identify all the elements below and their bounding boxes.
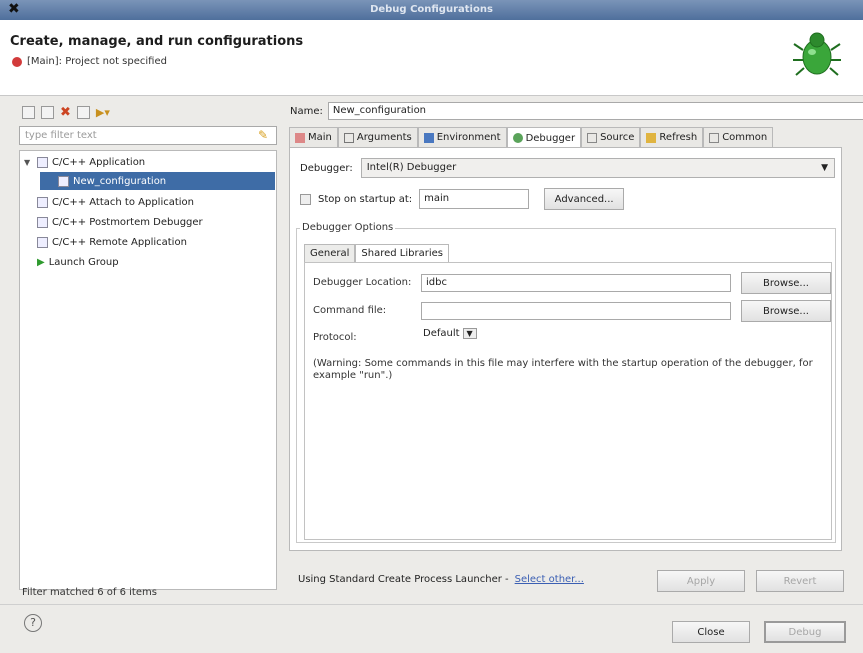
- source-tab-icon: [587, 132, 598, 143]
- stop-label: Stop on startup at:: [318, 193, 413, 205]
- tab-debugger[interactable]: Debugger: [506, 127, 582, 148]
- launcher-row: Using Standard Create Process Launcher -…: [298, 574, 584, 585]
- protocol-value: Default: [423, 328, 460, 339]
- tree-item-attach[interactable]: C/C++ Attach to Application: [37, 193, 194, 211]
- common-tab-icon: [709, 132, 720, 143]
- left-toolbar: ✖ ▶▾: [22, 102, 110, 122]
- name-row: Name: New_configuration: [290, 102, 863, 120]
- tree-item-new-configuration[interactable]: New_configuration: [40, 172, 275, 190]
- debugger-row: Debugger: Intel(R) Debugger ▼: [300, 158, 835, 178]
- tree-item-label: C/C++ Attach to Application: [52, 196, 195, 208]
- duplicate-icon[interactable]: [41, 105, 54, 119]
- error-message: [Main]: Project not specified: [12, 56, 167, 67]
- page-title: Create, manage, and run configurations: [10, 34, 304, 49]
- tab-arguments[interactable]: Arguments: [337, 127, 418, 147]
- chevron-down-icon: ▼: [462, 328, 477, 339]
- tree-item-label: New_configuration: [73, 175, 167, 187]
- chevron-down-icon: ▼: [821, 163, 828, 173]
- collapse-all-icon[interactable]: [76, 105, 90, 119]
- delete-icon[interactable]: ✖: [60, 105, 71, 120]
- debugger-tab-icon: [512, 133, 523, 143]
- help-icon[interactable]: ?: [24, 614, 42, 632]
- debugger-label: Debugger:: [300, 162, 353, 174]
- tab-label: Environment: [436, 132, 501, 143]
- general-subpanel: Debugger Location: idbc Browse... Comman…: [304, 262, 832, 540]
- refresh-tab-icon: [646, 132, 657, 143]
- debugger-panel: Debugger: Intel(R) Debugger ▼ Stop on sta…: [289, 147, 842, 551]
- tree-item-label: C/C++ Application: [52, 156, 146, 168]
- error-text: [Main]: Project not specified: [27, 56, 167, 67]
- postmortem-icon: [37, 216, 48, 228]
- stop-on-startup-checkbox[interactable]: [300, 193, 311, 205]
- location-input[interactable]: idbc: [421, 274, 731, 292]
- tab-environment[interactable]: Environment: [417, 127, 507, 147]
- filter-menu-icon[interactable]: ▶▾: [96, 106, 110, 119]
- browse-command-button[interactable]: Browse...: [741, 300, 831, 322]
- c-app-icon: [37, 156, 48, 168]
- tab-refresh[interactable]: Refresh: [640, 127, 704, 147]
- launch-group-icon: ▶: [37, 256, 45, 268]
- config-tabs: Main Arguments Environment Debugger Sour…: [289, 127, 839, 148]
- tree-item-c-app[interactable]: ▼ C/C++ Application: [24, 153, 145, 171]
- launcher-text: Using Standard Create Process Launcher -: [298, 574, 509, 585]
- options-subtabs: General Shared Libraries: [304, 244, 449, 262]
- tab-label: Main: [308, 132, 332, 143]
- tree-item-postmortem[interactable]: C/C++ Postmortem Debugger: [37, 213, 203, 231]
- tab-label: Debugger: [525, 132, 576, 144]
- tree-item-label: Launch Group: [48, 256, 119, 268]
- title-bar: ✖ Debug Configurations: [0, 0, 863, 20]
- location-label: Debugger Location:: [313, 277, 412, 288]
- tab-main[interactable]: Main: [289, 127, 338, 147]
- tree-item-label: C/C++ Remote Application: [52, 236, 187, 248]
- tab-common[interactable]: Common: [703, 127, 774, 147]
- configuration-tree: ▼ C/C++ Application New_configuration C/…: [19, 150, 277, 590]
- close-button[interactable]: Close: [672, 621, 750, 643]
- tree-item-label: C/C++ Postmortem Debugger: [52, 216, 203, 228]
- command-file-input[interactable]: [421, 302, 731, 320]
- tree-item-launch-group[interactable]: ▶ Launch Group: [37, 253, 119, 271]
- tab-label: Source: [600, 132, 635, 143]
- debugger-value: Intel(R) Debugger: [366, 162, 457, 173]
- tree-item-remote[interactable]: C/C++ Remote Application: [37, 233, 187, 251]
- stop-input[interactable]: main: [419, 189, 530, 209]
- advanced-button[interactable]: Advanced...: [544, 188, 625, 210]
- debugger-options-title: Debugger Options: [300, 222, 396, 233]
- browse-location-button[interactable]: Browse...: [741, 272, 831, 294]
- tab-label: Arguments: [356, 132, 412, 143]
- select-other-link[interactable]: Select other...: [515, 574, 584, 585]
- name-input[interactable]: New_configuration: [327, 102, 863, 120]
- revert-button[interactable]: Revert: [756, 570, 844, 592]
- debugger-select[interactable]: Intel(R) Debugger ▼: [360, 158, 835, 178]
- config-icon: [58, 175, 69, 187]
- subtab-general[interactable]: General: [304, 244, 356, 262]
- remote-icon: [37, 236, 48, 248]
- subtab-shared-libraries[interactable]: Shared Libraries: [355, 244, 449, 262]
- attach-icon: [37, 196, 48, 208]
- header-banner: Create, manage, and run configurations […: [0, 20, 863, 96]
- new-config-icon[interactable]: [22, 105, 35, 119]
- warning-text: (Warning: Some commands in this file may…: [313, 358, 813, 381]
- bug-icon: [793, 32, 841, 76]
- window-title: Debug Configurations: [370, 4, 493, 15]
- debug-button[interactable]: Debug: [764, 621, 846, 643]
- filter-input[interactable]: type filter text: [19, 126, 277, 145]
- tab-source[interactable]: Source: [581, 127, 641, 147]
- tab-label: Common: [722, 132, 768, 143]
- environment-tab-icon: [423, 132, 434, 143]
- footer-separator: [0, 604, 863, 605]
- stop-row: Stop on startup at: main Advanced...: [300, 188, 625, 210]
- main-tab-icon: [295, 132, 305, 143]
- protocol-select[interactable]: Default ▼: [423, 328, 477, 339]
- error-icon: [12, 56, 22, 67]
- expand-icon[interactable]: ▼: [24, 158, 33, 167]
- apply-button[interactable]: Apply: [657, 570, 745, 592]
- filter-status: Filter matched 6 of 6 items: [22, 587, 157, 598]
- tab-label: Refresh: [659, 132, 698, 143]
- name-label: Name:: [290, 105, 323, 117]
- clear-filter-icon[interactable]: ✎: [258, 128, 268, 142]
- command-label: Command file:: [313, 305, 387, 316]
- arguments-tab-icon: [343, 132, 354, 143]
- protocol-label: Protocol:: [313, 332, 357, 343]
